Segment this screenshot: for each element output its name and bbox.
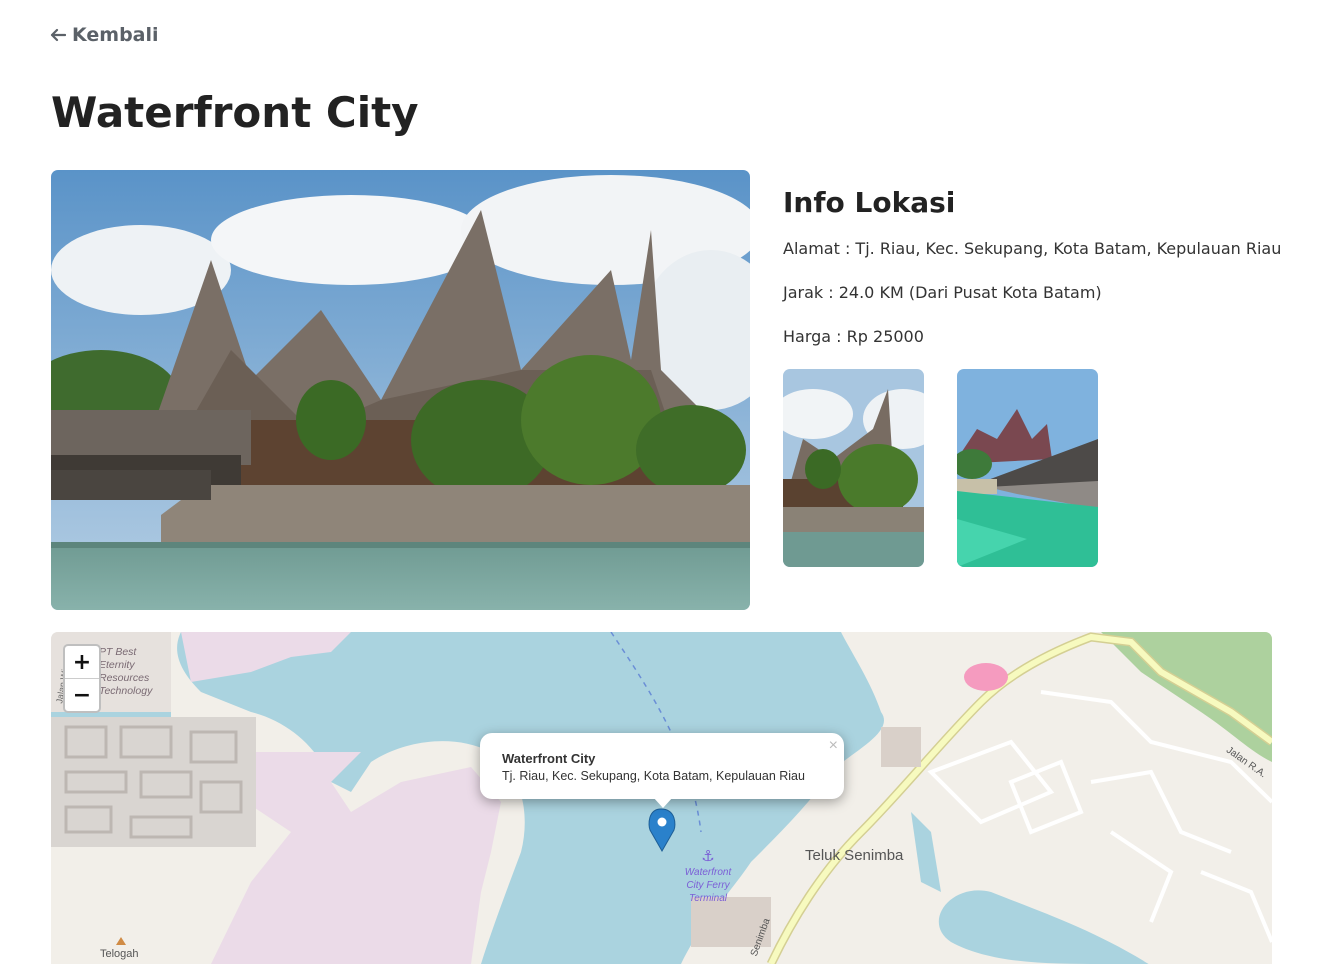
zoom-in-button[interactable]: +: [65, 646, 99, 678]
thumbnail-1[interactable]: [783, 369, 924, 567]
popup-address: Tj. Riau, Kec. Sekupang, Kota Batam, Kep…: [502, 769, 805, 783]
info-panel: Info Lokasi Alamat : Tj. Riau, Kec. Seku…: [783, 186, 1283, 567]
map-popup: Waterfront City Tj. Riau, Kec. Sekupang,…: [480, 733, 844, 799]
arrow-left-icon: [50, 28, 66, 42]
map-label-company: PT Best Eternity Resources Technology: [99, 646, 153, 697]
zoom-out-button[interactable]: −: [65, 678, 99, 711]
map-label-village: Telogah: [100, 948, 139, 960]
map-label-bay: Teluk Senimba: [805, 847, 904, 864]
popup-close-button[interactable]: ×: [829, 737, 838, 755]
address-text: Alamat : Tj. Riau, Kec. Sekupang, Kota B…: [783, 239, 1282, 258]
thumbnail-gallery: [783, 369, 1283, 567]
distance-text: Jarak : 24.0 KM (Dari Pusat Kota Batam): [783, 283, 1102, 302]
back-label: Kembali: [72, 24, 159, 46]
back-link[interactable]: Kembali: [50, 24, 159, 46]
map-label-ferry-terminal: Waterfront City Ferry Terminal: [684, 867, 732, 904]
price-text: Harga : Rp 25000: [783, 327, 924, 346]
popup-tip: [653, 797, 673, 808]
page-title: Waterfront City: [51, 88, 419, 137]
svg-text:⚓: ⚓: [701, 847, 714, 865]
popup-title: Waterfront City: [502, 751, 596, 766]
thumbnail-2[interactable]: [957, 369, 1098, 567]
location-map[interactable]: ⚓ PT Best Eternity Resources Technology …: [51, 632, 1272, 964]
info-heading: Info Lokasi: [783, 186, 956, 219]
main-photo: [51, 170, 750, 610]
zoom-control: + −: [63, 644, 101, 713]
